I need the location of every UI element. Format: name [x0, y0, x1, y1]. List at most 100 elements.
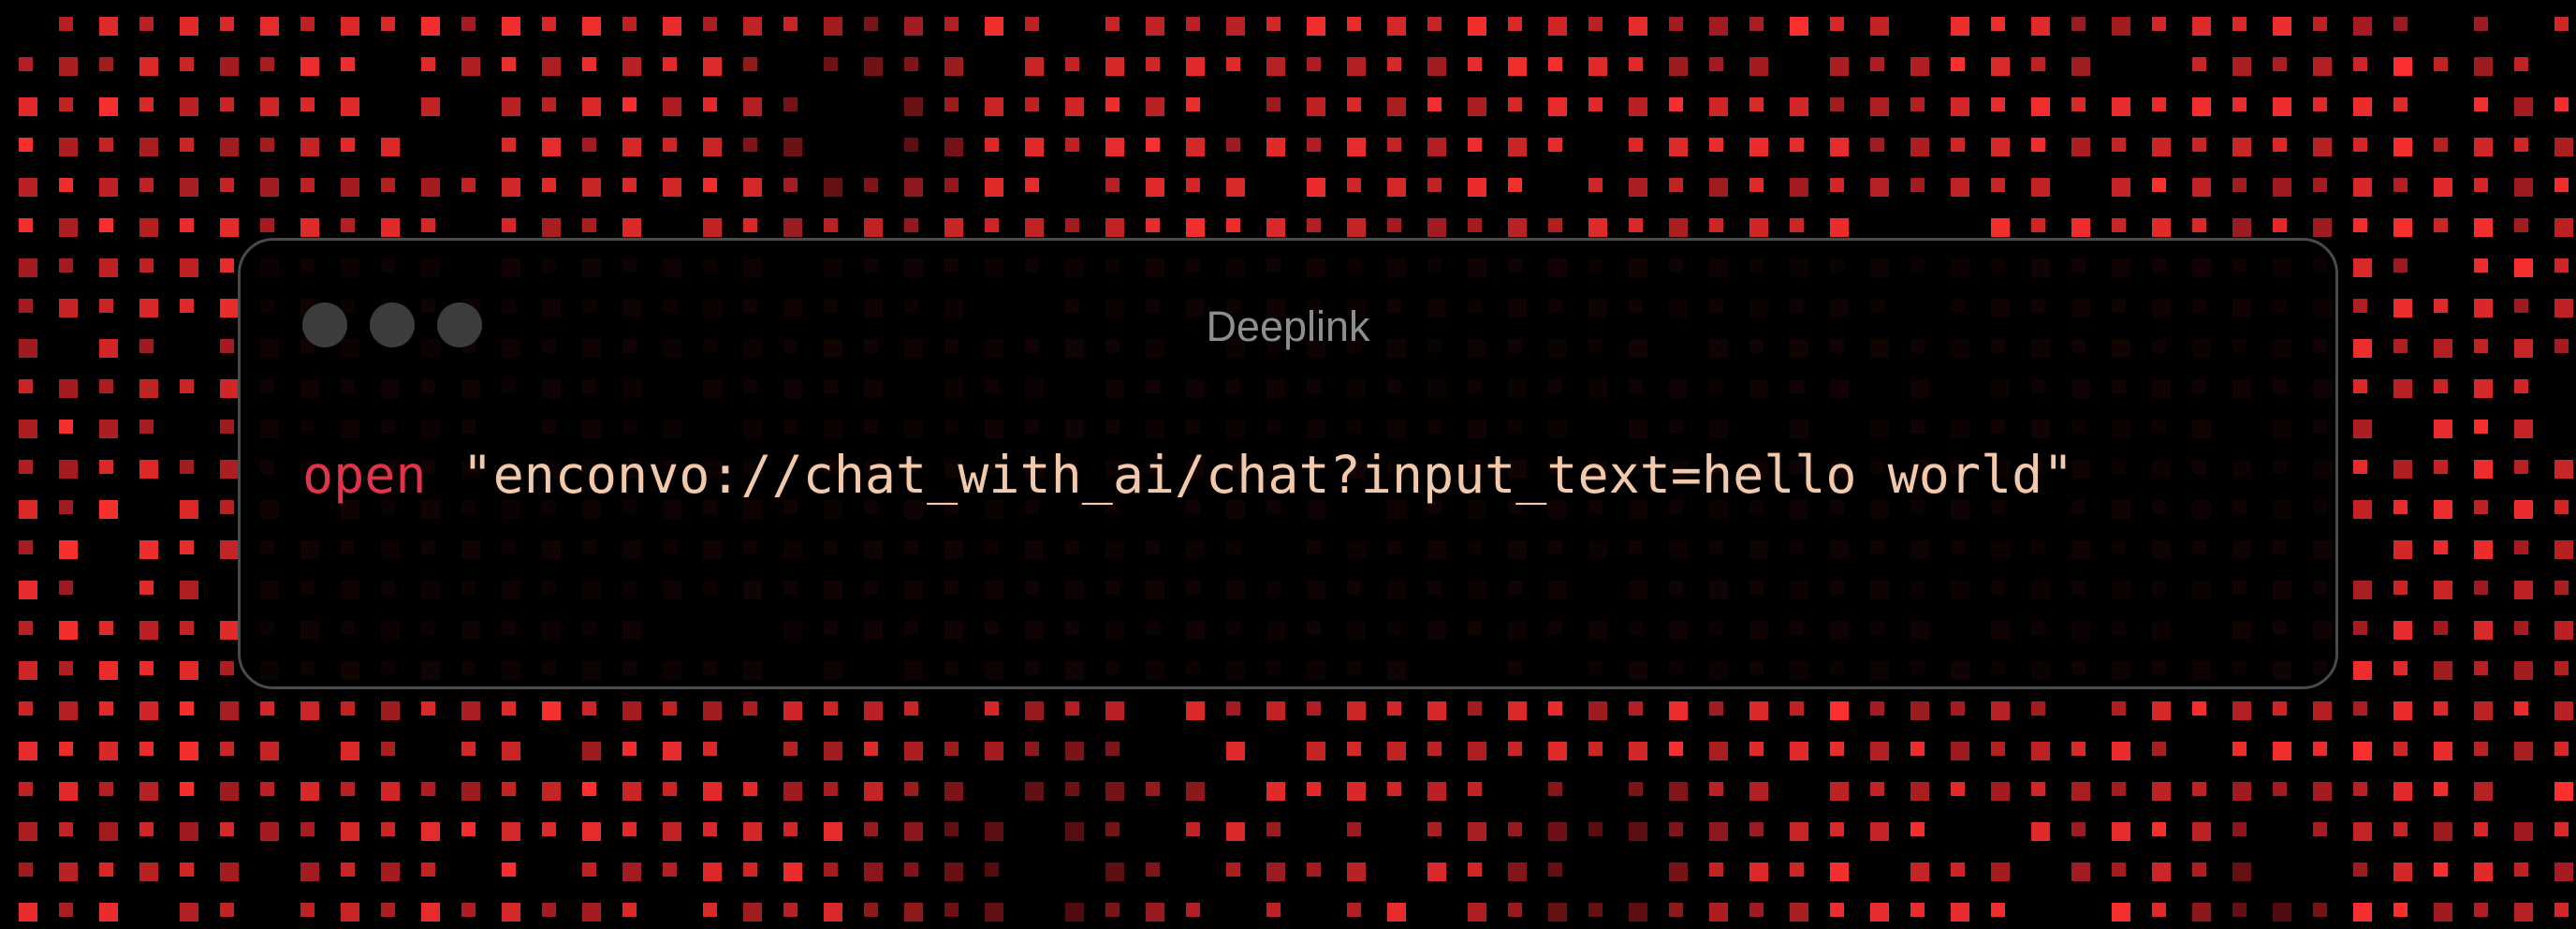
pixel-square	[502, 782, 516, 796]
pixel-square	[1347, 863, 1366, 881]
pixel-square	[663, 57, 677, 71]
pixel-square	[2071, 782, 2090, 801]
pixel-square	[2434, 863, 2448, 877]
pixel-square	[59, 540, 78, 559]
pixel-square	[1468, 863, 1482, 877]
pixel-square	[1991, 903, 2005, 917]
pixel-square	[220, 782, 239, 801]
pixel-square	[2514, 863, 2528, 877]
pixel-square	[99, 97, 118, 116]
pixel-square	[1347, 17, 1361, 31]
pixel-square	[59, 218, 78, 237]
pixel-square	[220, 540, 239, 559]
pixel-square	[1347, 57, 1366, 76]
pixel-square	[542, 822, 556, 836]
pixel-square	[180, 379, 194, 393]
pixel-square	[2393, 863, 2412, 881]
pixel-square	[2393, 138, 2412, 156]
pixel-square	[1427, 742, 1442, 756]
pixel-square	[421, 822, 440, 841]
pixel-square	[2112, 863, 2126, 877]
pixel-square	[1105, 822, 1120, 836]
pixel-square	[99, 57, 113, 71]
pixel-square	[2313, 903, 2327, 917]
pixel-square	[1910, 701, 1929, 720]
pixel-square	[2313, 218, 2332, 237]
pixel-square	[300, 138, 319, 156]
pixel-square	[2192, 178, 2211, 197]
pixel-square	[1790, 822, 1808, 841]
pixel-square	[743, 701, 757, 715]
pixel-square	[220, 299, 239, 317]
pixel-square	[1226, 178, 1245, 197]
pixel-square	[2474, 339, 2488, 353]
pixel-square	[381, 742, 395, 756]
pixel-square	[1186, 701, 1205, 720]
pixel-square	[2474, 863, 2493, 881]
pixel-square	[2434, 782, 2448, 796]
pixel-square	[1307, 97, 1325, 116]
pixel-square	[2514, 581, 2533, 599]
pixel-square	[2313, 97, 2327, 111]
pixel-square	[99, 701, 113, 715]
pixel-square	[1105, 782, 1124, 801]
pixel-square	[2393, 299, 2412, 317]
pixel-square	[1468, 903, 1486, 922]
pixel-square	[2313, 138, 2332, 156]
pixel-square	[1709, 178, 1728, 197]
pixel-square	[783, 863, 802, 881]
pixel-square	[622, 57, 641, 76]
pixel-square	[985, 742, 1003, 760]
pixel-square	[2554, 460, 2573, 479]
pixel-square	[1991, 57, 2010, 76]
pixel-square	[582, 822, 601, 841]
pixel-square	[703, 903, 717, 917]
pixel-square	[582, 138, 596, 152]
pixel-square	[421, 903, 440, 922]
pixel-square	[985, 822, 1003, 841]
pixel-square	[2434, 581, 2452, 599]
pixel-square	[2434, 500, 2452, 519]
pixel-square	[99, 258, 118, 277]
pixel-square	[2152, 701, 2171, 720]
pixel-square	[1508, 138, 1527, 156]
pixel-square	[1307, 17, 1325, 36]
pixel-square	[1226, 17, 1245, 36]
pixel-square	[1427, 701, 1446, 720]
pixel-square	[1065, 97, 1084, 116]
pixel-square	[1709, 863, 1723, 877]
pixel-square	[1951, 57, 1965, 71]
pixel-square	[139, 581, 154, 595]
pixel-square	[220, 621, 239, 640]
pixel-square	[824, 17, 842, 36]
pixel-square	[663, 742, 681, 760]
pixel-square	[1870, 903, 1889, 922]
pixel-square	[2273, 17, 2291, 36]
pixel-square	[1266, 822, 1281, 836]
pixel-square	[2514, 903, 2533, 922]
pixel-square	[1991, 218, 2010, 237]
pixel-square	[421, 218, 435, 232]
pixel-square	[461, 178, 476, 192]
pixel-square	[2514, 97, 2533, 116]
pixel-square	[19, 178, 37, 197]
pixel-square	[502, 822, 520, 841]
pixel-square	[2474, 500, 2488, 514]
pixel-square	[2514, 178, 2533, 197]
pixel-square	[260, 701, 274, 715]
pixel-square	[421, 863, 435, 877]
pixel-square	[582, 97, 601, 116]
pixel-square	[139, 661, 154, 675]
pixel-square	[703, 138, 722, 156]
pixel-square	[703, 57, 722, 76]
pixel-square	[300, 782, 319, 801]
pixel-square	[1266, 97, 1281, 111]
pixel-square	[2031, 822, 2050, 841]
pixel-square	[2474, 621, 2493, 640]
pixel-square	[2393, 339, 2408, 353]
pixel-square	[180, 863, 194, 877]
pixel-square	[1025, 138, 1044, 156]
pixel-square	[2232, 863, 2251, 881]
pixel-square	[1307, 178, 1325, 197]
pixel-square	[582, 863, 596, 877]
